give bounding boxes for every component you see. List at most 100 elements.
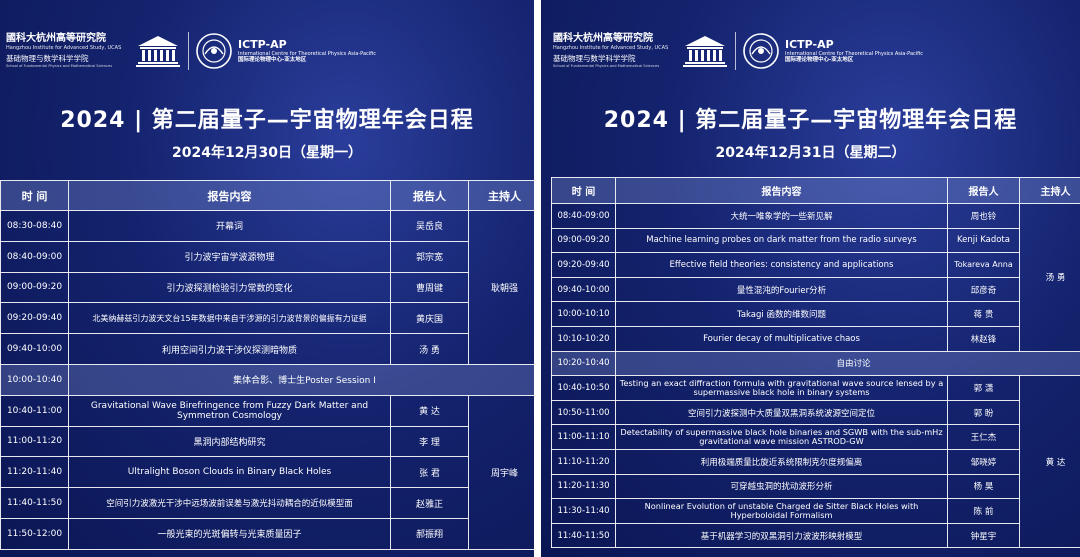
time-cell: 08:30-08:40 (0, 210, 69, 242)
ictp-logo-icon (196, 33, 232, 69)
content-cell: 黑洞内部结构研究 (68, 425, 391, 458)
time-cell: 11:40-11:50 (0, 487, 69, 519)
table-row: 11:00-11:10 Detectability of supermassiv… (551, 424, 1080, 450)
speaker-cell: 钟星宇 (947, 522, 1020, 549)
unesco-logo-icon (136, 36, 180, 67)
speaker-cell: 郭 潇 (947, 375, 1020, 401)
speaker-cell: Kenji Kadota (947, 227, 1020, 254)
content-cell: 利用空间引力波干涉仪探测暗物质 (68, 333, 391, 365)
table-row: 11:30-11:40 Nonlinear Evolution of unsta… (551, 498, 1080, 524)
content-cell: Gravitational Wave Birefringence from Fu… (68, 394, 391, 427)
table-header-row: 时 间 报告内容 报告人 主持人 (551, 177, 1080, 204)
time-cell: 10:50-11:00 (551, 399, 616, 426)
table-row: 09:40-10:00 量性混沌的Fourier分析 邱彦奇 (551, 276, 1080, 303)
content-cell: Takagi 函数的维数问题 (615, 301, 948, 327)
speaker-cell: 张 君 (390, 456, 469, 489)
table-row: 09:20-09:40 北美纳赫兹引力波天文台15年数据中来自于涉源的引力波背景… (0, 302, 535, 335)
time-cell: 11:40-11:50 (551, 522, 616, 549)
time-cell: 11:50-12:00 (0, 517, 69, 550)
table-row: 11:50-12:00 一般光束的光斑偏转与光束质量因子 郝振翔 (0, 517, 535, 550)
content-cell: 引力波探测检验引力常数的变化 (68, 271, 391, 304)
ictp-name: ICTP-AP International Centre for Theoret… (785, 38, 923, 64)
school-name-en: School of Fundamental Physics and Mathem… (6, 64, 113, 68)
page-title: 2024 | 第二届量子—宇宙物理年会日程 (60, 108, 474, 133)
unesco-logo-icon (683, 36, 727, 67)
table-row: 09:00-09:20 引力波探测检验引力常数的变化 曹周键 (0, 271, 535, 304)
content-cell: 利用极端质量比旋近系统限制克尔度规偏离 (615, 448, 948, 475)
ictp-name-cn: 国际理论物理中心-亚太地区 (785, 57, 854, 63)
content-cell: 北美纳赫兹引力波天文台15年数据中来自于涉源的引力波背景的偏振有力证据 (68, 302, 391, 335)
speaker-cell: 郭 盼 (947, 399, 1020, 426)
time-cell: 11:10-11:20 (551, 448, 616, 475)
header-content: 报告内容 (615, 177, 948, 204)
speaker-cell: 林赵锋 (947, 325, 1020, 352)
time-cell: 08:40-09:00 (551, 203, 616, 229)
school-name-cn: 基础物理与数学科学学院 (6, 54, 89, 63)
header-speaker: 报告人 (947, 177, 1020, 204)
speaker-cell: 曹周键 (390, 271, 469, 304)
table-row: 08:40-09:00 大统一唯象学的一些新见解 周也铃 汤 勇 (551, 203, 1080, 352)
time-cell: 09:00-09:20 (551, 227, 616, 254)
time-cell: 10:40-10:50 (551, 375, 616, 401)
speaker-cell: 邱彦奇 (947, 276, 1020, 303)
host-cell: 周宇峰 (468, 394, 534, 550)
speaker-cell: 黄庆国 (390, 302, 469, 335)
table-row: 11:40-11:50 基于机器学习的双黑洞引力波波形映射模型 钟星宇 (551, 522, 1080, 549)
break-cell: 自由讨论 (615, 350, 1080, 377)
content-cell: 开幕词 (68, 210, 391, 242)
ictp-title: ICTP-AP (785, 38, 834, 51)
content-cell: 一般光束的光斑偏转与光束质量因子 (68, 517, 391, 550)
speaker-cell: 汤 勇 (390, 333, 469, 365)
table-row: 10:00-10:10 Takagi 函数的维数问题 蒋 贵 (551, 301, 1080, 327)
table-row: 09:20-09:40 Effective field theories: co… (551, 252, 1080, 278)
time-cell: 10:00-10:40 (0, 363, 69, 396)
time-cell: 11:00-11:20 (0, 425, 69, 458)
host-cell: 汤 勇 (1019, 203, 1080, 352)
break-cell: 集体合影、博士生Poster Session I (68, 363, 534, 396)
schedule-day2-panel: 國科大杭州高等研究院 Hangzhou Institute for Advanc… (541, 0, 1080, 557)
school-name-en: School of Fundamental Physics and Mathem… (553, 64, 660, 68)
break-row: 10:20-10:40 自由讨论 (551, 350, 1080, 377)
host-cell: 耿朝强 (468, 210, 534, 365)
ictp-title: ICTP-AP (238, 38, 287, 51)
time-cell: 10:40-11:00 (0, 394, 69, 427)
table-row: 11:20-11:30 可穿越虫洞的扰动波形分析 杨 昊 (551, 473, 1080, 500)
header-speaker: 报告人 (390, 180, 469, 211)
logo-divider (188, 32, 189, 70)
speaker-cell: 杨 昊 (947, 473, 1020, 500)
table-row: 08:30-08:40 开幕词 吴岳良 耿朝强 (0, 210, 534, 365)
table-row: 08:40-09:00 引力波宇宙学波源物理 郭宗宽 (0, 240, 535, 273)
speaker-cell: 蒋 贵 (947, 301, 1020, 327)
table-row: 11:00-11:20 黑洞内部结构研究 李 理 (0, 425, 535, 458)
hias-name-cn: 國科大杭州高等研究院 (6, 33, 106, 44)
speaker-cell: 陈 前 (947, 498, 1020, 524)
header-host: 主持人 (468, 180, 534, 211)
hias-logo: 國科大杭州高等研究院 Hangzhou Institute for Advanc… (553, 33, 671, 69)
content-cell: Detectability of supermassive black hole… (615, 424, 948, 450)
content-cell: Machine learning probes on dark matter f… (615, 227, 948, 254)
hias-name-en: Hangzhou Institute for Advanced Study, U… (6, 45, 122, 51)
time-cell: 09:40-10:00 (0, 333, 69, 365)
schedule-date: 2024年12月31日（星期二） (715, 145, 906, 161)
school-name-cn: 基础物理与数学科学学院 (553, 54, 636, 63)
time-cell: 09:20-09:40 (551, 252, 616, 278)
hias-logo: 國科大杭州高等研究院 Hangzhou Institute for Advanc… (6, 33, 124, 69)
content-cell: 空间引力波探测中大质量双黑洞系统波源空间定位 (615, 399, 948, 426)
time-cell: 10:00-10:10 (551, 301, 616, 327)
ictp-name: ICTP-AP International Centre for Theoret… (238, 38, 376, 64)
time-cell: 09:20-09:40 (0, 302, 69, 335)
speaker-cell: 邹晓婷 (947, 448, 1020, 475)
table-row: 09:00-09:20 Machine learning probes on d… (551, 227, 1080, 254)
header-time: 时 间 (0, 180, 69, 211)
speaker-cell: 郝振翔 (390, 517, 469, 550)
time-cell: 09:00-09:20 (0, 271, 69, 304)
speaker-cell: 郭宗宽 (390, 240, 469, 273)
time-cell: 11:30-11:40 (551, 498, 616, 524)
table-row: 11:40-11:50 空间引力波激光干涉中远场波前误差与激光抖动耦合的近似模型… (0, 487, 535, 519)
table-header-row: 时 间 报告内容 报告人 主持人 (0, 180, 534, 211)
content-cell: Nonlinear Evolution of unstable Charged … (615, 498, 948, 524)
table-row: 10:10-10:20 Fourier decay of multiplicat… (551, 325, 1080, 352)
host-cell: 黄 达 (1019, 375, 1080, 549)
time-cell: 11:20-11:30 (551, 473, 616, 500)
table-row: 10:40-11:00 Gravitational Wave Birefring… (0, 394, 534, 550)
